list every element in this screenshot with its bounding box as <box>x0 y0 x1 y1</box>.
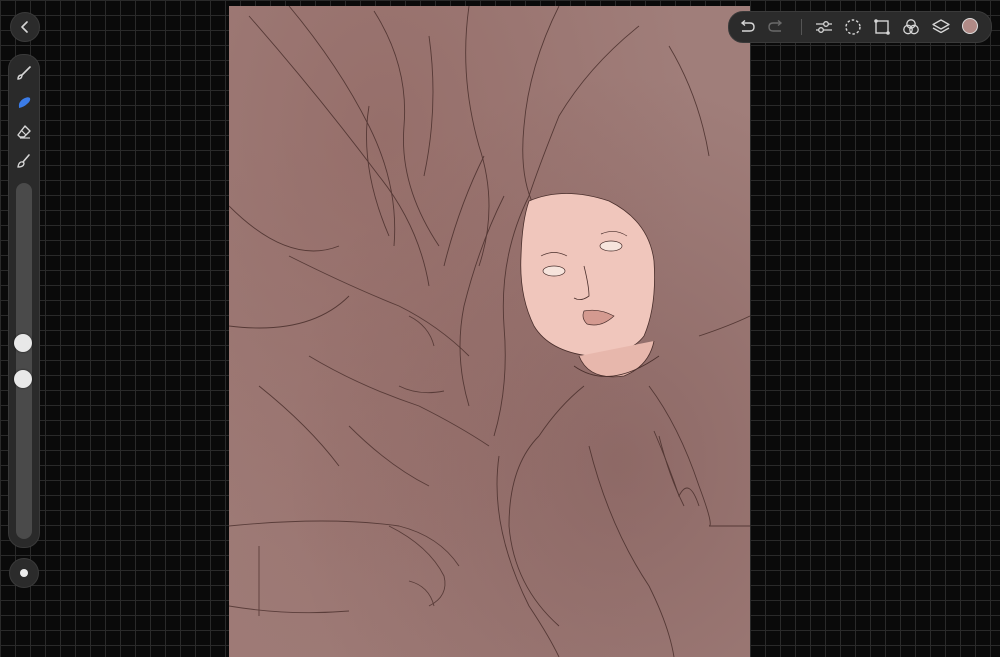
chevron-left-icon <box>21 21 28 33</box>
eraser-icon <box>17 125 31 139</box>
toolbar-divider <box>801 19 802 35</box>
layers-icon <box>932 19 950 34</box>
artwork <box>229 6 750 657</box>
brush-icon <box>17 66 31 80</box>
smudge-icon <box>18 97 31 108</box>
paint-tool-button[interactable] <box>14 151 34 171</box>
redo-button[interactable] <box>766 17 786 37</box>
smudge-tool-button[interactable] <box>14 93 34 113</box>
back-button[interactable] <box>10 12 40 42</box>
brush-opacity-knob[interactable] <box>14 370 32 388</box>
modify-button[interactable] <box>9 558 39 588</box>
current-color-swatch[interactable] <box>962 18 978 34</box>
sliders-icon <box>816 21 832 33</box>
color-blend-button[interactable] <box>901 17 921 37</box>
paint-brush-icon <box>17 154 30 168</box>
adjustments-button[interactable] <box>814 17 834 37</box>
drawing-canvas[interactable] <box>229 6 750 657</box>
brush-size-knob[interactable] <box>14 334 32 352</box>
tool-sidebar <box>8 54 40 548</box>
top-toolbar <box>728 11 992 43</box>
blend-circles-icon <box>903 19 919 35</box>
modify-dot-icon <box>20 569 28 577</box>
redo-icon <box>768 20 783 32</box>
eraser-tool-button[interactable] <box>14 122 34 142</box>
undo-button[interactable] <box>737 17 757 37</box>
brush-tool-button[interactable] <box>14 63 34 83</box>
transform-button[interactable] <box>872 17 892 37</box>
lasso-icon <box>845 19 861 35</box>
transform-icon <box>874 19 890 35</box>
brush-size-slider[interactable] <box>16 183 32 539</box>
selection-button[interactable] <box>843 17 863 37</box>
undo-icon <box>740 20 755 32</box>
layers-button[interactable] <box>931 17 951 37</box>
